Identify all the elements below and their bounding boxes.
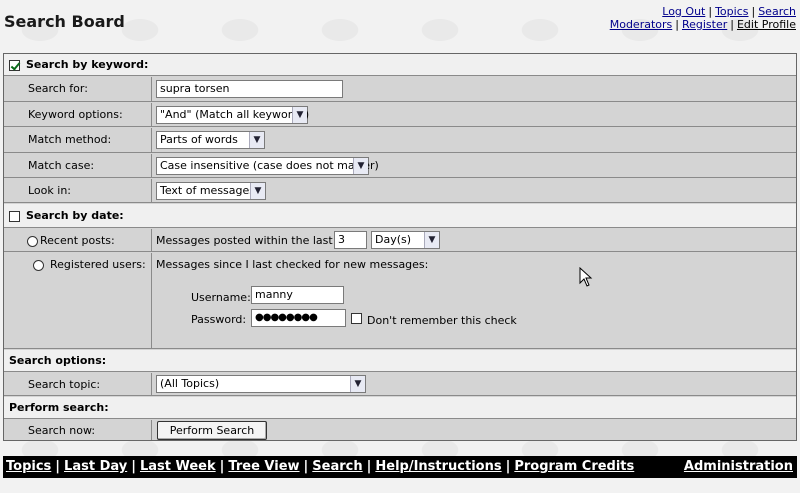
separator: | xyxy=(131,459,136,474)
recent-posts-label: Recent posts: xyxy=(40,234,115,247)
perform-search-title: Perform search: xyxy=(9,401,109,414)
username-input[interactable]: manny xyxy=(251,286,344,304)
footer-help-link[interactable]: Help/Instructions xyxy=(375,459,501,474)
logout-link[interactable]: Log Out xyxy=(662,5,705,18)
recent-unit-select[interactable]: Day(s) ▼ xyxy=(371,231,440,249)
search-now-label: Search now: xyxy=(4,420,152,440)
keyword-options-select[interactable]: "And" (Match all keywords) ▼ xyxy=(156,106,310,124)
perform-search-header: Perform search: xyxy=(4,397,796,419)
separator: | xyxy=(708,5,713,18)
password-label: Password: xyxy=(191,313,247,326)
recent-posts-label-cell: Recent posts: xyxy=(4,229,152,251)
separator: | xyxy=(505,459,511,474)
separator: | xyxy=(751,5,756,18)
search-form: Search by keyword: Search for: supra tor… xyxy=(3,53,797,441)
dont-remember-label: Don't remember this check xyxy=(367,314,517,327)
chevron-down-icon: ▼ xyxy=(249,132,264,148)
topics-link[interactable]: Topics xyxy=(715,5,748,18)
registered-users-row: Registered users: Messages since I last … xyxy=(4,253,796,349)
perform-search-button[interactable]: Perform Search xyxy=(157,421,267,440)
footer-tree-view-link[interactable]: Tree View xyxy=(228,459,299,474)
search-options-title: Search options: xyxy=(9,354,107,367)
separator: | xyxy=(366,459,372,474)
dont-remember-checkbox[interactable] xyxy=(351,313,362,324)
footer-credits-link[interactable]: Program Credits xyxy=(514,459,634,474)
keyword-options-row: Keyword options: "And" (Match all keywor… xyxy=(4,103,796,127)
search-options-header: Search options: xyxy=(4,350,796,372)
keyword-section-header: Search by keyword: xyxy=(4,54,796,76)
footer-last-week-link[interactable]: Last Week xyxy=(140,459,216,474)
keyword-options-value: "And" (Match all keywords) xyxy=(160,108,310,121)
date-checkbox[interactable] xyxy=(9,210,20,222)
registered-users-label-cell: Registered users: xyxy=(4,253,152,348)
page-title: Search Board xyxy=(4,12,125,31)
username-label: Username: xyxy=(191,291,251,304)
date-section-header: Search by date: xyxy=(4,204,796,228)
register-link[interactable]: Register xyxy=(682,18,727,31)
top-links: Log Out | Topics | Search Moderators | Registe… xyxy=(610,5,796,31)
search-topic-label: Search topic: xyxy=(4,373,152,395)
recent-unit-value: Day(s) xyxy=(375,233,412,246)
look-in-label: Look in: xyxy=(4,179,152,202)
search-for-row: Search for: supra torsen xyxy=(4,77,796,102)
match-case-value: Case insensitive (case does not matter) xyxy=(160,159,379,172)
look-in-row: Look in: Text of messages ▼ xyxy=(4,179,796,203)
search-for-label: Search for: xyxy=(4,77,152,101)
chevron-down-icon: ▼ xyxy=(424,232,439,248)
match-case-row: Match case: Case insensitive (case does … xyxy=(4,154,796,178)
search-now-row: Search now: Perform Search xyxy=(4,420,796,440)
moderators-link[interactable]: Moderators xyxy=(610,18,673,31)
separator: | xyxy=(303,459,309,474)
match-method-label: Match method: xyxy=(4,128,152,152)
registered-users-text: Messages since I last checked for new me… xyxy=(156,258,429,271)
chevron-down-icon: ▼ xyxy=(292,107,307,123)
search-topic-select[interactable]: (All Topics) ▼ xyxy=(156,375,366,393)
password-input[interactable]: ●●●●●●●● xyxy=(251,309,346,327)
edit-profile-link[interactable]: Edit Profile xyxy=(737,18,796,31)
date-section-title: Search by date: xyxy=(26,209,124,222)
footer-last-day-link[interactable]: Last Day xyxy=(64,459,127,474)
match-method-value: Parts of words xyxy=(160,133,238,146)
recent-posts-row: Recent posts: Messages posted within the… xyxy=(4,229,796,252)
mouse-cursor-icon xyxy=(579,267,593,287)
chevron-down-icon: ▼ xyxy=(353,158,368,174)
keyword-options-label: Keyword options: xyxy=(4,103,152,126)
footer-search-link[interactable]: Search xyxy=(312,459,362,474)
search-topic-row: Search topic: (All Topics) ▼ xyxy=(4,373,796,396)
registered-users-label: Registered users: xyxy=(50,258,146,271)
match-method-row: Match method: Parts of words ▼ xyxy=(4,128,796,153)
footer-nav: Topics | Last Day | Last Week | Tree View | Sear… xyxy=(3,456,797,478)
recent-posts-text: Messages posted within the last xyxy=(156,234,333,247)
search-link[interactable]: Search xyxy=(758,5,796,18)
chevron-down-icon: ▼ xyxy=(350,376,365,392)
separator: | xyxy=(219,459,225,474)
header: Search Board Log Out | Topics | Search Moder… xyxy=(0,0,800,52)
match-case-select[interactable]: Case insensitive (case does not matter) … xyxy=(156,157,379,175)
separator: | xyxy=(730,18,734,31)
match-method-select[interactable]: Parts of words ▼ xyxy=(156,131,265,149)
search-for-input[interactable]: supra torsen xyxy=(156,80,343,98)
registered-users-radio[interactable] xyxy=(33,259,44,271)
keyword-checkbox[interactable] xyxy=(9,59,20,71)
recent-posts-radio[interactable] xyxy=(27,235,38,247)
chevron-down-icon: ▼ xyxy=(250,183,265,199)
footer-topics-link[interactable]: Topics xyxy=(6,459,51,474)
search-topic-value: (All Topics) xyxy=(160,377,220,390)
separator: | xyxy=(55,459,61,474)
footer-admin-link[interactable]: Administration xyxy=(684,456,793,478)
keyword-section-title: Search by keyword: xyxy=(26,58,149,71)
look-in-value: Text of messages xyxy=(160,184,256,197)
recent-count-input[interactable]: 3 xyxy=(334,231,367,249)
separator: | xyxy=(675,18,679,31)
look-in-select[interactable]: Text of messages ▼ xyxy=(156,182,266,200)
match-case-label: Match case: xyxy=(4,154,152,177)
